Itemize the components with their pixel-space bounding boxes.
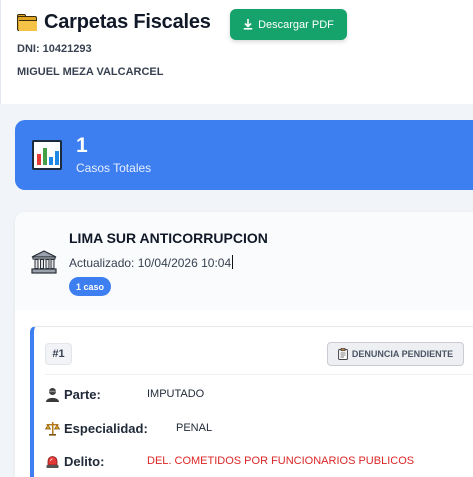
total-cases-card: 1 Casos Totales xyxy=(15,120,473,190)
field-delito: Delito: xyxy=(45,454,104,469)
person-name: MIGUEL MEZA VALCARCEL xyxy=(17,66,164,78)
parte-label: Parte: xyxy=(64,387,101,402)
title-row: Carpetas Fiscales xyxy=(17,11,211,34)
clipboard-icon xyxy=(338,348,348,360)
siren-icon xyxy=(45,454,60,469)
especialidad-value: PENAL xyxy=(176,422,213,434)
bar-chart-icon xyxy=(32,140,62,170)
field-parte: Parte: xyxy=(45,387,101,402)
text-cursor xyxy=(232,255,234,269)
person-icon xyxy=(45,387,60,402)
office-card: LIMA SUR ANTICORRUPCION Actualizado: 10/… xyxy=(15,212,473,477)
case-number-badge: #1 xyxy=(45,343,72,365)
status-label: DENUNCIA PENDIENTE xyxy=(351,349,454,359)
app-page: Carpetas Fiscales Descargar PDF DNI: 104… xyxy=(0,0,473,477)
bank-icon xyxy=(31,250,57,274)
updated-label: Actualizado: 10/04/2026 10:04 xyxy=(69,256,232,270)
especialidad-label: Especialidad: xyxy=(64,421,148,436)
field-especialidad: Especialidad: xyxy=(44,421,148,436)
download-icon xyxy=(243,19,253,30)
folder-icon xyxy=(17,13,39,32)
header: Carpetas Fiscales Descargar PDF DNI: 104… xyxy=(0,0,473,104)
download-pdf-button[interactable]: Descargar PDF xyxy=(230,9,347,40)
page-title: Carpetas Fiscales xyxy=(44,11,211,33)
status-badge: DENUNCIA PENDIENTE xyxy=(327,342,464,366)
case-count-badge: 1 caso xyxy=(69,277,112,296)
delito-value: DEL. COMETIDOS POR FUNCIONARIOS PUBLICOS xyxy=(147,455,415,467)
divider xyxy=(45,374,473,375)
delito-label: Delito: xyxy=(64,454,105,469)
dni-text: DNI: 10421293 xyxy=(17,43,92,55)
office-name: LIMA SUR ANTICORRUPCION xyxy=(69,230,268,246)
office-header: LIMA SUR ANTICORRUPCION Actualizado: 10/… xyxy=(15,212,473,310)
total-cases-value: 1 xyxy=(76,134,88,157)
download-pdf-label: Descargar PDF xyxy=(258,18,334,31)
case-card[interactable]: #1 DENUNCIA PENDIENTE Parte: IMPUTADO Es… xyxy=(30,326,473,477)
scales-icon xyxy=(44,421,61,436)
total-cases-label: Casos Totales xyxy=(76,161,152,175)
parte-value: IMPUTADO xyxy=(147,388,205,400)
updated-text: Actualizado: 10/04/2026 10:04 xyxy=(69,255,234,270)
